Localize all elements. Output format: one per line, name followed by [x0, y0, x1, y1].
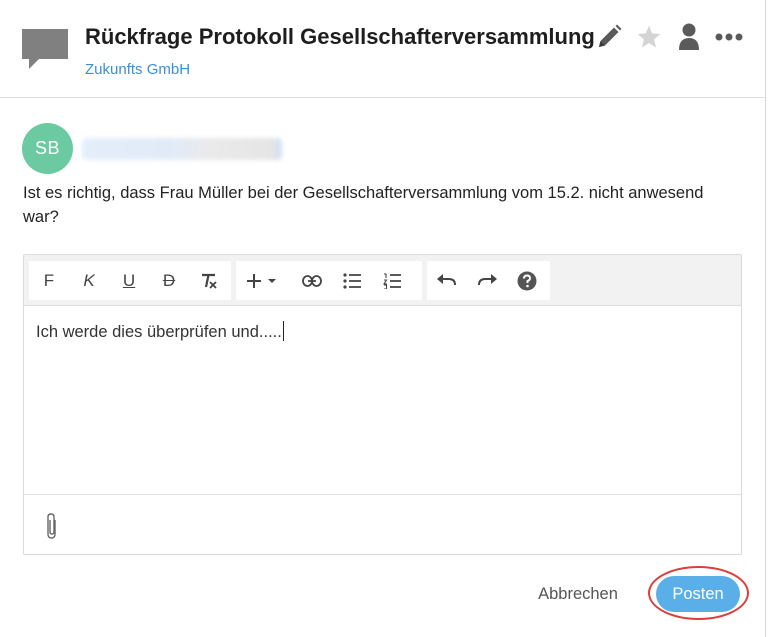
undo-icon [437, 273, 456, 285]
text-caret [282, 321, 284, 341]
numbered-list-button[interactable] [372, 261, 412, 300]
clear-format-icon [202, 273, 217, 289]
pencil-icon[interactable] [594, 22, 624, 52]
strikethrough-label: D [162, 270, 176, 290]
editor-toolbar: F K U D [24, 255, 741, 306]
paperclip-icon[interactable] [44, 512, 60, 540]
help-button[interactable] [507, 261, 547, 300]
clear-format-button[interactable] [189, 261, 229, 300]
page-title: Rückfrage Protokoll Gesellschafterversam… [85, 24, 595, 49]
star-icon[interactable] [634, 22, 664, 52]
reply-input-value: Ich werde dies überprüfen und..... [36, 323, 282, 341]
italic-button[interactable]: K [69, 261, 109, 300]
link-icon [302, 274, 322, 287]
company-link[interactable]: Zukunfts GmbH [85, 61, 190, 78]
comment-text: Ist es richtig, dass Frau Müller bei der… [23, 184, 704, 226]
bullet-list-button[interactable] [332, 261, 372, 300]
insert-group [236, 261, 422, 300]
cancel-button[interactable]: Abbrechen [528, 578, 628, 610]
redo-button[interactable] [467, 261, 507, 300]
numbered-list-icon [383, 272, 401, 289]
reply-input[interactable]: Ich werde dies überprüfen und..... [24, 306, 741, 494]
link-button[interactable] [292, 261, 332, 300]
more-icon[interactable] [714, 22, 744, 52]
undo-button[interactable] [427, 261, 467, 300]
author-name-redacted [82, 138, 282, 160]
reply-editor: F K U D Ich werde dies überprüfen und...… [23, 254, 742, 555]
bold-label: F [43, 270, 55, 290]
avatar[interactable]: SB [22, 123, 73, 174]
insert-icon [247, 273, 276, 288]
redo-icon [478, 273, 497, 285]
history-group [427, 261, 550, 300]
panel-border [765, 0, 766, 637]
underline-button[interactable]: U [109, 261, 149, 300]
format-group: F K U D [29, 261, 231, 300]
bullet-list-icon [343, 272, 361, 289]
highlight-circle [648, 566, 749, 620]
person-icon[interactable] [674, 22, 704, 52]
italic-label: K [83, 270, 95, 290]
editor-footer [24, 494, 741, 554]
bold-button[interactable]: F [29, 261, 69, 300]
underline-label: U [122, 270, 136, 290]
header: Rückfrage Protokoll Gesellschafterversam… [0, 0, 765, 98]
strikethrough-button[interactable]: D [149, 261, 189, 300]
help-icon [517, 271, 537, 290]
chat-icon [22, 29, 68, 69]
insert-button[interactable] [236, 261, 292, 300]
